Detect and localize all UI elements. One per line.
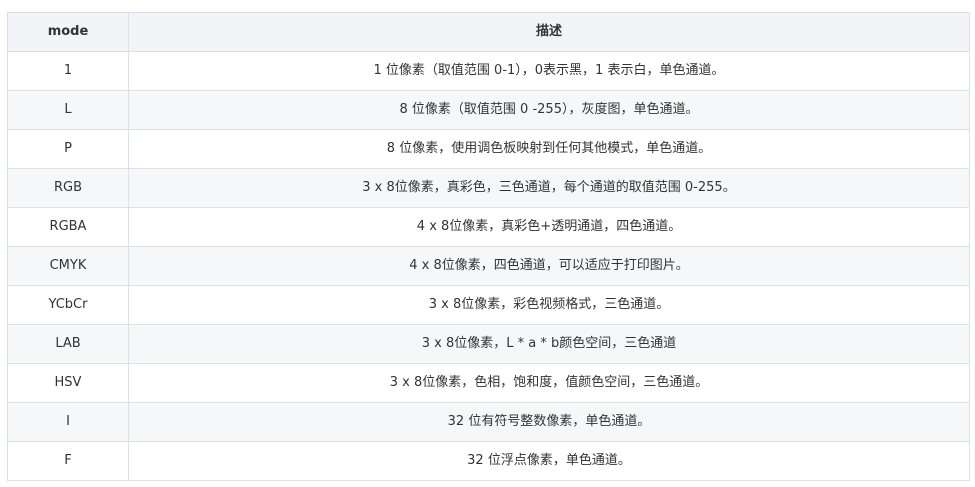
mode-cell: HSV xyxy=(7,363,129,403)
description-cell: 8 位像素，使用调色板映射到任何其他模式，单色通道。 xyxy=(128,129,970,169)
table-row: YCbCr 3 x 8位像素，彩色视频格式，三色通道。 xyxy=(7,285,970,325)
table-row: LAB 3 x 8位像素，L * a * b颜色空间，三色通道 xyxy=(7,324,970,364)
table-row: CMYK 4 x 8位像素，四色通道，可以适应于打印图片。 xyxy=(7,246,970,286)
table-row: 1 1 位像素（取值范围 0-1），0表示黑，1 表示白，单色通道。 xyxy=(7,51,970,91)
description-cell: 32 位有符号整数像素，单色通道。 xyxy=(128,402,970,442)
description-cell: 3 x 8位像素，色相，饱和度，值颜色空间，三色通道。 xyxy=(128,363,970,403)
mode-cell: I xyxy=(7,402,129,442)
table-row: RGB 3 x 8位像素，真彩色，三色通道，每个通道的取值范围 0-255。 xyxy=(7,168,970,208)
mode-cell: 1 xyxy=(7,51,129,91)
mode-cell: RGBA xyxy=(7,207,129,247)
mode-cell: CMYK xyxy=(7,246,129,286)
mode-cell: YCbCr xyxy=(7,285,129,325)
mode-cell: P xyxy=(7,129,129,169)
mode-cell: LAB xyxy=(7,324,129,364)
mode-cell: L xyxy=(7,90,129,130)
table-row: L 8 位像素（取值范围 0 -255），灰度图，单色通道。 xyxy=(7,90,970,130)
header-mode: mode xyxy=(7,12,129,52)
description-cell: 3 x 8位像素，L * a * b颜色空间，三色通道 xyxy=(128,324,970,364)
table-row: P 8 位像素，使用调色板映射到任何其他模式，单色通道。 xyxy=(7,129,970,169)
mode-table-container: mode 描述 1 1 位像素（取值范围 0-1），0表示黑，1 表示白，单色通… xyxy=(7,12,970,481)
table-row: RGBA 4 x 8位像素，真彩色+透明通道，四色通道。 xyxy=(7,207,970,247)
mode-table: mode 描述 1 1 位像素（取值范围 0-1），0表示黑，1 表示白，单色通… xyxy=(7,12,970,481)
mode-cell: F xyxy=(7,441,129,481)
description-cell: 8 位像素（取值范围 0 -255），灰度图，单色通道。 xyxy=(128,90,970,130)
description-cell: 3 x 8位像素，真彩色，三色通道，每个通道的取值范围 0-255。 xyxy=(128,168,970,208)
table-row: HSV 3 x 8位像素，色相，饱和度，值颜色空间，三色通道。 xyxy=(7,363,970,403)
description-cell: 32 位浮点像素，单色通道。 xyxy=(128,441,970,481)
table-header-row: mode 描述 xyxy=(7,12,970,52)
header-description: 描述 xyxy=(128,12,970,52)
table-row: F 32 位浮点像素，单色通道。 xyxy=(7,441,970,481)
table-row: I 32 位有符号整数像素，单色通道。 xyxy=(7,402,970,442)
description-cell: 4 x 8位像素，四色通道，可以适应于打印图片。 xyxy=(128,246,970,286)
mode-cell: RGB xyxy=(7,168,129,208)
description-cell: 4 x 8位像素，真彩色+透明通道，四色通道。 xyxy=(128,207,970,247)
description-cell: 3 x 8位像素，彩色视频格式，三色通道。 xyxy=(128,285,970,325)
description-cell: 1 位像素（取值范围 0-1），0表示黑，1 表示白，单色通道。 xyxy=(128,51,970,91)
